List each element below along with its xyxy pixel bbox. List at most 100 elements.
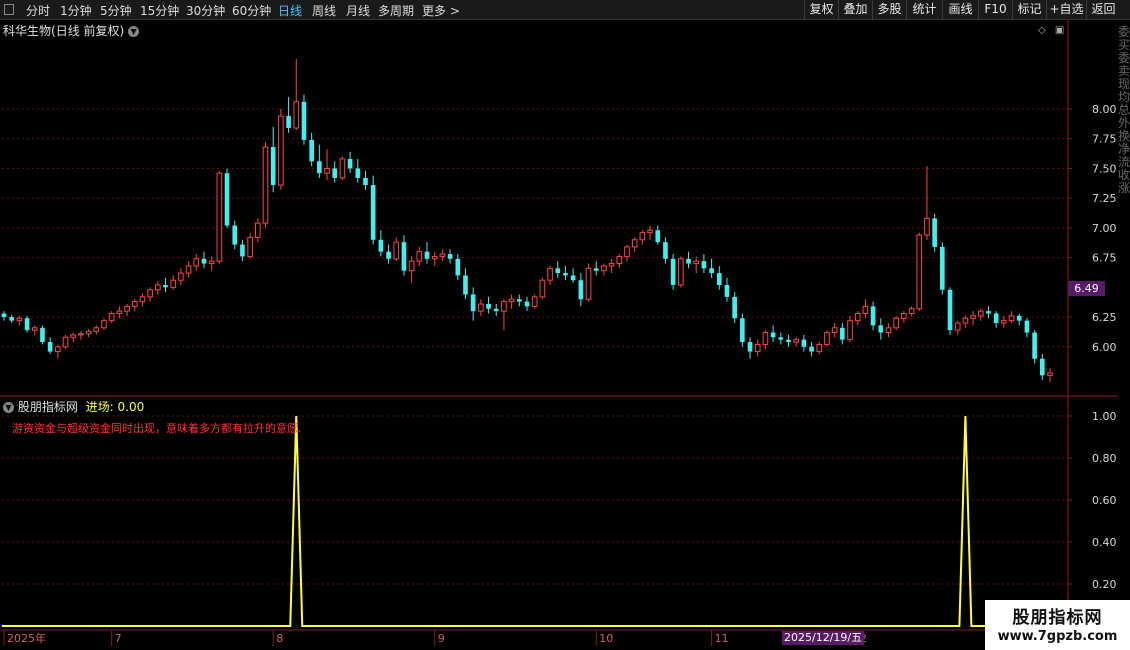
candle-body-down[interactable] xyxy=(355,168,361,178)
candle-body-up[interactable] xyxy=(1047,372,1053,376)
candle-body-down[interactable] xyxy=(9,317,14,321)
candle-body-down[interactable] xyxy=(317,161,322,174)
candle-body-down[interactable] xyxy=(47,342,53,352)
candle-body-down[interactable] xyxy=(701,261,707,269)
candle-body-down[interactable] xyxy=(463,275,468,295)
candle-body-up[interactable] xyxy=(831,327,838,334)
candle-body-up[interactable] xyxy=(501,301,507,312)
candle-body-up[interactable] xyxy=(816,343,823,353)
candle-body-up[interactable] xyxy=(431,255,438,260)
candle-body-down[interactable] xyxy=(993,313,999,324)
candle-body-down[interactable] xyxy=(517,299,522,302)
candle-body-down[interactable] xyxy=(347,158,353,169)
candle-body-down[interactable] xyxy=(1016,315,1022,321)
candle-body-up[interactable] xyxy=(216,172,223,262)
candle-body-up[interactable] xyxy=(601,265,607,272)
candle-body-down[interactable] xyxy=(332,168,338,178)
candle-body-up[interactable] xyxy=(585,267,592,300)
candle-body-down[interactable] xyxy=(724,284,730,297)
candle-body-up[interactable] xyxy=(924,217,930,236)
candle-body-down[interactable] xyxy=(455,258,461,276)
candle-body-up[interactable] xyxy=(93,327,100,332)
candle-body-up[interactable] xyxy=(255,222,261,238)
candle-body-down[interactable] xyxy=(163,284,168,288)
candle-body-down[interactable] xyxy=(840,327,845,340)
candle-body-down[interactable] xyxy=(232,225,238,245)
candle-body-down[interactable] xyxy=(240,244,245,257)
candle-body-up[interactable] xyxy=(547,267,553,281)
candle-body-down[interactable] xyxy=(670,258,676,285)
candle-body-up[interactable] xyxy=(977,310,984,317)
candle-body-up[interactable] xyxy=(124,305,130,312)
candle-body-down[interactable] xyxy=(563,273,568,276)
candle-body-down[interactable] xyxy=(270,147,276,186)
candle-body-down[interactable] xyxy=(1032,332,1037,359)
candle-body-down[interactable] xyxy=(493,308,499,312)
candle-body-up[interactable] xyxy=(155,284,161,291)
candle-body-up[interactable] xyxy=(908,308,915,315)
candle-body-down[interactable] xyxy=(201,258,207,264)
candle-body-up[interactable] xyxy=(631,239,638,248)
candle-body-up[interactable] xyxy=(854,313,861,322)
candle-body-down[interactable] xyxy=(770,332,776,338)
candle-body-up[interactable] xyxy=(324,167,330,174)
candle-body-up[interactable] xyxy=(85,330,92,335)
candle-body-up[interactable] xyxy=(108,313,115,322)
candle-body-down[interactable] xyxy=(524,301,530,307)
candle-body-up[interactable] xyxy=(478,303,484,312)
candle-body-up[interactable] xyxy=(70,334,77,338)
candle-body-up[interactable] xyxy=(439,253,446,257)
candle-body-up[interactable] xyxy=(1008,315,1015,322)
candle-body-down[interactable] xyxy=(870,306,876,326)
candle-body-up[interactable] xyxy=(901,313,907,319)
candle-body-up[interactable] xyxy=(170,279,177,288)
candle-body-up[interactable] xyxy=(247,236,253,257)
candle-body-up[interactable] xyxy=(954,322,961,331)
candle-body-up[interactable] xyxy=(624,246,630,257)
candle-body-down[interactable] xyxy=(447,254,453,259)
candle-body-down[interactable] xyxy=(309,139,314,162)
candle-body-down[interactable] xyxy=(386,251,391,259)
candle-body-down[interactable] xyxy=(401,242,407,271)
candle-body-up[interactable] xyxy=(1001,320,1007,324)
candle-body-down[interactable] xyxy=(363,177,368,186)
candle-body-down[interactable] xyxy=(224,173,230,226)
candle-body-down[interactable] xyxy=(932,218,937,247)
candle-body-down[interactable] xyxy=(709,268,714,274)
candle-body-down[interactable] xyxy=(940,246,945,290)
candle-body-up[interactable] xyxy=(893,317,899,329)
candle-body-down[interactable] xyxy=(878,325,884,333)
candle-body-down[interactable] xyxy=(747,342,753,352)
candle-body-up[interactable] xyxy=(408,260,415,272)
candle-body-down[interactable] xyxy=(663,242,668,259)
candle-body-down[interactable] xyxy=(593,268,599,271)
side-panel-labels[interactable]: 委买委卖现均总外换净流收涨 xyxy=(1118,26,1130,195)
candle-body-down[interactable] xyxy=(370,185,376,240)
candle-body-down[interactable] xyxy=(424,251,430,259)
candle-body-down[interactable] xyxy=(1024,320,1030,333)
candle-body-down[interactable] xyxy=(786,339,791,343)
candle-body-down[interactable] xyxy=(301,101,307,140)
candle-body-down[interactable] xyxy=(686,258,691,264)
candle-body-up[interactable] xyxy=(16,317,23,322)
candle-body-down[interactable] xyxy=(1,313,7,318)
candle-body-down[interactable] xyxy=(578,280,584,300)
candle-body-up[interactable] xyxy=(916,234,923,310)
candle-body-up[interactable] xyxy=(416,251,423,262)
candle-body-down[interactable] xyxy=(24,318,30,331)
candle-body-up[interactable] xyxy=(824,332,830,345)
candle-body-up[interactable] xyxy=(31,327,38,331)
candle-body-up[interactable] xyxy=(147,289,153,298)
candle-body-up[interactable] xyxy=(962,317,969,324)
candle-body-up[interactable] xyxy=(862,305,869,315)
candle-body-up[interactable] xyxy=(185,265,192,274)
candle-body-down[interactable] xyxy=(1040,358,1045,376)
candle-body-up[interactable] xyxy=(193,258,200,267)
candle-body-down[interactable] xyxy=(40,327,45,343)
candle-body-up[interactable] xyxy=(970,315,976,319)
candle-body-up[interactable] xyxy=(278,115,284,186)
candle-body-up[interactable] xyxy=(885,327,892,334)
candle-body-up[interactable] xyxy=(608,263,615,267)
candle-body-up[interactable] xyxy=(508,298,515,303)
candle-body-up[interactable] xyxy=(762,332,769,345)
